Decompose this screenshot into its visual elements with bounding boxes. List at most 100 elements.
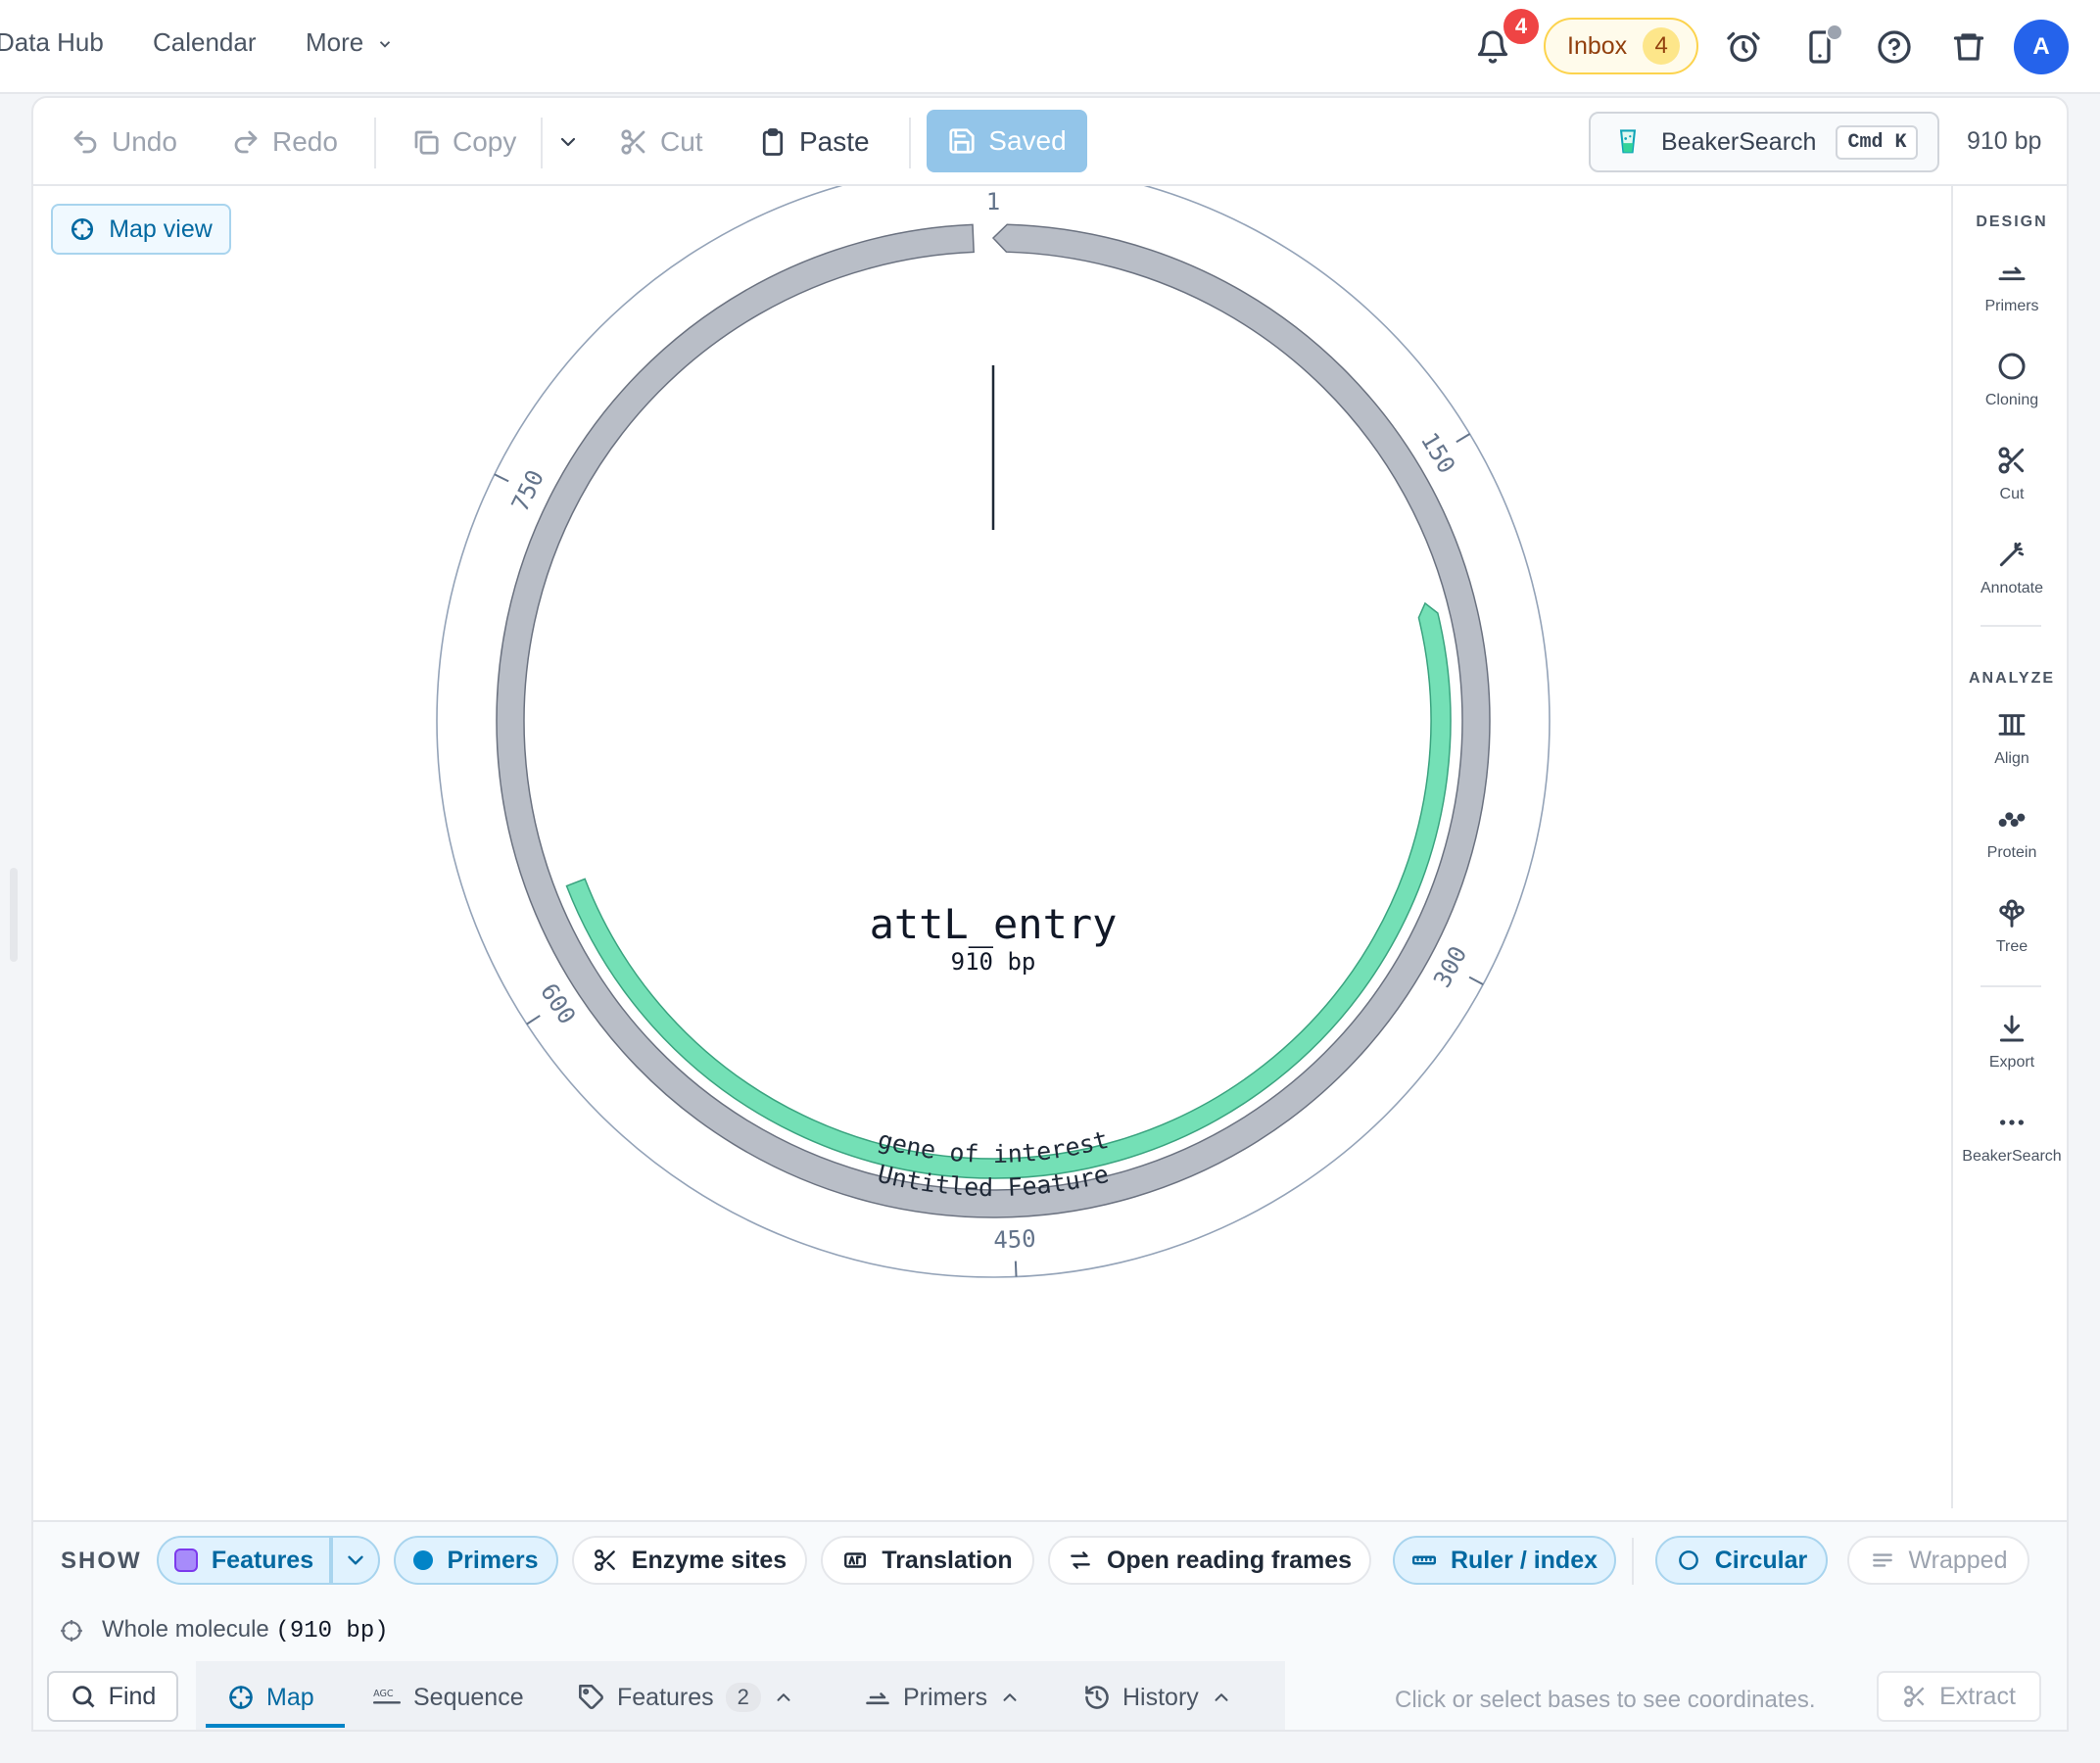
- extract-button[interactable]: Extract: [1877, 1671, 2041, 1722]
- wrap-lines-icon: [1872, 1553, 1892, 1567]
- extract-label: Extract: [1939, 1682, 2016, 1710]
- cloning-tool[interactable]: Cloning: [1953, 351, 2067, 409]
- circle-icon: [1678, 1550, 1698, 1570]
- analyze-header: ANALYZE: [1968, 670, 2056, 687]
- ruler-icon: [1411, 1555, 1436, 1565]
- toolbar-divider: [374, 118, 376, 168]
- tick-label: 1: [986, 188, 1000, 215]
- tag-icon: [579, 1685, 603, 1709]
- cut-button[interactable]: Cut: [619, 119, 703, 165]
- undo-label: Undo: [112, 126, 177, 157]
- features-toggle[interactable]: Features: [157, 1536, 331, 1585]
- tab-primers[interactable]: Primers: [864, 1675, 1021, 1720]
- tick-labels: 1150300450600750: [494, 188, 1484, 1277]
- search-icon: [72, 1686, 95, 1708]
- enzyme-sites-label: Enzyme sites: [631, 1546, 788, 1574]
- inbox-label: Inbox: [1567, 31, 1628, 60]
- show-label: SHOW: [61, 1548, 142, 1574]
- scissors-icon: [621, 129, 645, 155]
- history-icon: [1085, 1686, 1109, 1709]
- primers-tool[interactable]: Primers: [1953, 257, 2067, 315]
- selection-text: Whole molecule (910 bp): [102, 1616, 389, 1644]
- translation-toggle[interactable]: Translation: [821, 1536, 1034, 1585]
- trash-button[interactable]: [1945, 24, 1992, 71]
- scissors-icon: [594, 1549, 615, 1571]
- inbox-button[interactable]: Inbox 4: [1544, 18, 1698, 74]
- orf-toggle[interactable]: Open reading frames: [1048, 1536, 1371, 1585]
- crosshair-icon: [61, 1620, 82, 1642]
- bottom-tab-bar: Find Map AGC Sequence Features 2 Primers…: [33, 1661, 2067, 1730]
- saved-button[interactable]: Saved: [927, 110, 1087, 172]
- save-icon: [949, 128, 975, 154]
- protein-tool-label: Protein: [1986, 844, 2037, 861]
- tree-tool-label: Tree: [1995, 938, 2028, 955]
- avatar[interactable]: A: [2014, 20, 2069, 74]
- beaker-icon: [1619, 129, 1637, 154]
- primers-toggle[interactable]: Primers: [394, 1536, 558, 1585]
- align-tool[interactable]: Align: [1953, 709, 2067, 768]
- selection-info: Whole molecule (910 bp): [33, 1598, 2067, 1661]
- editor-toolbar: Undo Redo Copy Cut Paste Saved BeakerSea…: [33, 98, 2067, 186]
- wrapped-toggle[interactable]: Wrapped: [1847, 1536, 2029, 1585]
- orf-label: Open reading frames: [1106, 1546, 1353, 1574]
- resize-handle[interactable]: [10, 868, 18, 962]
- tab-history-label: History: [1122, 1683, 1199, 1711]
- annotate-tool[interactable]: Annotate: [1953, 539, 2067, 597]
- primer-icon: [866, 1692, 889, 1705]
- cloning-circle-icon: [1998, 353, 2026, 380]
- toolbar-divider: [909, 118, 911, 168]
- tick-label: 750: [506, 465, 549, 515]
- nav-more[interactable]: More: [306, 27, 394, 58]
- tab-map[interactable]: Map: [227, 1675, 314, 1720]
- features-color-swatch: [173, 1549, 198, 1572]
- device-status-dot: [1826, 24, 1843, 41]
- clipboard-icon: [762, 128, 784, 156]
- scissors-icon: [1998, 447, 2025, 474]
- circular-toggle[interactable]: Circular: [1655, 1536, 1828, 1585]
- features-count-badge: 2: [725, 1683, 761, 1712]
- primer-icon: [1998, 266, 2026, 281]
- undo-button[interactable]: Undo: [71, 119, 177, 165]
- features-options-dropdown[interactable]: [331, 1536, 380, 1585]
- export-tool-label: Export: [1988, 1054, 2035, 1071]
- beakersearch-button[interactable]: BeakerSearch Cmd K: [1589, 112, 1939, 172]
- enzyme-sites-toggle[interactable]: Enzyme sites: [572, 1536, 807, 1585]
- beakersearch-tool[interactable]: BeakerSearch: [1953, 1107, 2067, 1166]
- tree-tool[interactable]: Tree: [1953, 897, 2067, 956]
- tick-mark: [494, 473, 509, 483]
- protein-icon: [1998, 812, 2026, 827]
- nav-calendar[interactable]: Calendar: [153, 27, 257, 58]
- notifications-badge: 4: [1501, 6, 1542, 47]
- nav-data-hub[interactable]: Data Hub: [0, 27, 104, 58]
- export-tool[interactable]: Export: [1953, 1013, 2067, 1072]
- chevron-up-icon: [1215, 1693, 1228, 1701]
- protein-tool[interactable]: Protein: [1953, 803, 2067, 862]
- paste-button[interactable]: Paste: [758, 119, 870, 165]
- nav-more-label: More: [306, 27, 364, 57]
- reminders-button[interactable]: [1720, 24, 1767, 71]
- cut-tool[interactable]: Cut: [1953, 445, 2067, 503]
- paste-label: Paste: [799, 126, 870, 157]
- redo-button[interactable]: Redo: [231, 119, 338, 165]
- tab-features[interactable]: Features 2: [578, 1675, 794, 1720]
- copy-icon: [414, 130, 439, 155]
- tab-history[interactable]: History: [1083, 1675, 1232, 1720]
- wrapped-label: Wrapped: [1908, 1546, 2008, 1574]
- help-button[interactable]: [1871, 24, 1918, 71]
- chevron-down-icon: [380, 41, 391, 48]
- plasmid-map[interactable]: 1150300450600750 Untitled Featuregene of…: [33, 186, 1949, 1518]
- copy-options-dropdown[interactable]: [556, 119, 580, 165]
- primers-tool-label: Primers: [1984, 298, 2039, 314]
- tab-sequence[interactable]: AGC Sequence: [372, 1675, 524, 1720]
- design-header: DESIGN: [1976, 214, 2048, 230]
- download-icon: [1999, 1015, 2025, 1042]
- find-button[interactable]: Find: [47, 1671, 178, 1722]
- mobile-device-button[interactable]: [1796, 24, 1843, 71]
- ruler-circle: [436, 186, 1551, 1278]
- beakersearch-label: BeakerSearch: [1661, 127, 1817, 156]
- copy-button[interactable]: Copy: [411, 119, 516, 165]
- scissors-icon: [1904, 1686, 1925, 1707]
- ruler-toggle[interactable]: Ruler / index: [1393, 1536, 1616, 1585]
- translation-label: Translation: [882, 1546, 1013, 1574]
- primers-color-swatch: [413, 1550, 434, 1570]
